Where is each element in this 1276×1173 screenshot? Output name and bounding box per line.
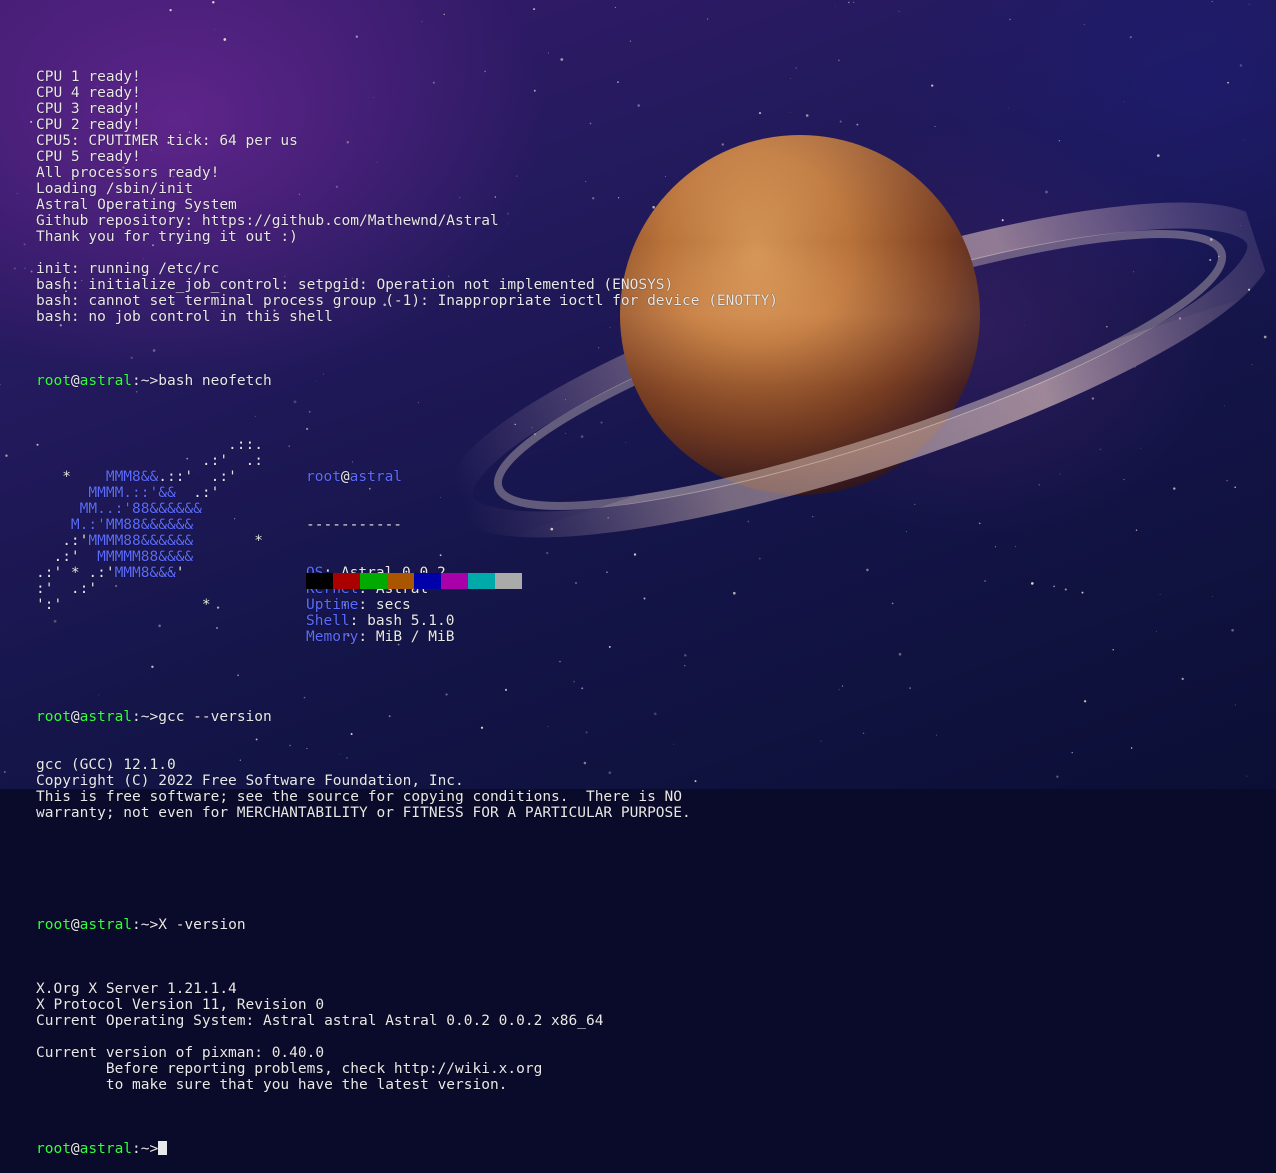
logo-line: ':' * — [36, 597, 211, 613]
astral-ascii-logo: .::. .:' .: * MMM8&&.::' .:' MMMM.::'&& … — [36, 437, 263, 613]
boot-log-line: Astral Operating System — [36, 197, 237, 213]
prompt-user: root — [36, 1141, 71, 1157]
info-separator: ----------- — [306, 517, 403, 533]
info-at: @ — [340, 469, 350, 485]
boot-log-line: bash: cannot set terminal process group … — [36, 293, 779, 309]
info-value: MiB / MiB — [375, 629, 455, 645]
boot-log-line: CPU 1 ready! — [36, 69, 141, 85]
color-swatch — [360, 573, 387, 589]
system-info: root@astral ----------- OS: Astral 0.0.2… — [306, 437, 454, 677]
boot-log-line: CPU 2 ready! — [36, 117, 141, 133]
prompt-at: @ — [70, 917, 80, 933]
prompt-host: astral — [79, 1141, 133, 1157]
boot-log-line — [36, 245, 778, 261]
boot-log-line: CPU 3 ready! — [36, 101, 141, 117]
prompt-user: root — [36, 373, 71, 389]
prompt-gcc: root@astral:~>gcc --version — [36, 709, 778, 725]
gcc-output: gcc (GCC) 12.1.0 Copyright (C) 2022 Free … — [36, 757, 778, 821]
logo-line: * MMM8&&.::' .:' — [36, 469, 237, 485]
logo-line: :' .:' — [36, 581, 98, 597]
prompt-host: astral — [79, 373, 133, 389]
prompt-user: root — [36, 917, 71, 933]
info-key: Memory — [306, 629, 359, 645]
boot-log-line: init: running /etc/rc — [36, 261, 220, 277]
boot-log-line: All processors ready! — [36, 165, 220, 181]
prompt-x: root@astral:~>X -version — [36, 917, 778, 933]
logo-line: M.:'MM88&&&&&& — [70, 517, 194, 533]
color-palette — [306, 573, 522, 589]
prompt-path: :~> — [132, 709, 159, 725]
x-output: X.Org X Server 1.21.1.4 X Protocol Versio… — [36, 965, 778, 1093]
boot-log: CPU 1 ready! CPU 4 ready! CPU 3 ready! CPU … — [36, 69, 778, 325]
info-value: bash 5.1.0 — [367, 613, 455, 629]
info-key: Shell — [306, 613, 350, 629]
output-line: Before reporting problems, check http://… — [36, 1061, 543, 1077]
boot-log-line: CPU 4 ready! — [36, 85, 141, 101]
logo-line: .:' * .:'MMM8&&&' — [36, 565, 185, 581]
output-line: gcc (GCC) 12.1.0 — [36, 757, 176, 773]
prompt-host: astral — [79, 917, 133, 933]
info-host: astral — [349, 469, 403, 485]
command-text: bash neofetch — [158, 373, 272, 389]
prompt-neofetch: root@astral:~>bash neofetch — [36, 373, 778, 389]
boot-log-line: Loading /sbin/init — [36, 181, 194, 197]
boot-log-line: bash: initialize_job_control: setpgid: O… — [36, 277, 674, 293]
boot-log-line: Github repository: https://github.com/Ma… — [36, 213, 499, 229]
info-key: Uptime — [306, 597, 359, 613]
color-swatch — [414, 573, 441, 589]
prompt-at: @ — [70, 1141, 80, 1157]
logo-line: .::. — [36, 437, 263, 453]
boot-log-line: bash: no job control in this shell — [36, 309, 333, 325]
command-text: X -version — [158, 917, 246, 933]
neofetch-output: .::. .:' .: * MMM8&&.::' .:' MMMM.::'&& … — [36, 437, 778, 645]
prompt-path: :~> — [132, 917, 159, 933]
boot-log-line: CPU5: CPUTIMER tick: 64 per us — [36, 133, 298, 149]
color-swatch — [333, 573, 360, 589]
output-line: Copyright (C) 2022 Free Software Foundat… — [36, 773, 464, 789]
info-user: root — [306, 469, 341, 485]
output-line: X.Org X Server 1.21.1.4 — [36, 981, 237, 997]
info-field: Memory: MiB / MiB — [306, 629, 455, 645]
logo-line: MM..:'88&&&&&& — [79, 501, 202, 517]
info-field: Shell: bash 5.1.0 — [306, 613, 455, 629]
info-value: secs — [375, 597, 411, 613]
boot-log-line: CPU 5 ready! — [36, 149, 141, 165]
prompt-host: astral — [79, 709, 133, 725]
info-field: Uptime: secs — [306, 597, 411, 613]
prompt-at: @ — [70, 709, 80, 725]
logo-line: .:' MMMMM88&&&& — [36, 549, 194, 565]
color-swatch — [495, 573, 522, 589]
active-prompt[interactable]: root@astral:~> — [36, 1141, 778, 1157]
prompt-path: :~> — [132, 1141, 159, 1157]
output-line: to make sure that you have the latest ve… — [36, 1077, 508, 1093]
boot-log-line: Thank you for trying it out :) — [36, 229, 298, 245]
color-swatch — [387, 573, 414, 589]
logo-line: MMMM.::'&& .:' — [88, 485, 220, 501]
logo-line: .:' .: — [36, 453, 263, 469]
output-line: This is free software; see the source fo… — [36, 789, 683, 805]
color-swatch — [441, 573, 468, 589]
text-cursor[interactable] — [158, 1141, 168, 1155]
prompt-user: root — [36, 709, 71, 725]
prompt-at: @ — [70, 373, 80, 389]
output-line: X Protocol Version 11, Revision 0 — [36, 997, 325, 1013]
color-swatch — [306, 573, 333, 589]
logo-line: .:'MMMM88&&&&&& * — [36, 533, 263, 549]
output-line: warranty; not even for MERCHANTABILITY o… — [36, 805, 691, 821]
command-text: gcc --version — [158, 709, 272, 725]
color-swatch — [468, 573, 495, 589]
terminal-window[interactable]: CPU 1 ready! CPU 4 ready! CPU 3 ready! CPU … — [36, 37, 778, 1173]
output-line: Current Operating System: Astral astral … — [36, 1013, 604, 1029]
output-line: Current version of pixman: 0.40.0 — [36, 1045, 325, 1061]
prompt-path: :~> — [132, 373, 159, 389]
